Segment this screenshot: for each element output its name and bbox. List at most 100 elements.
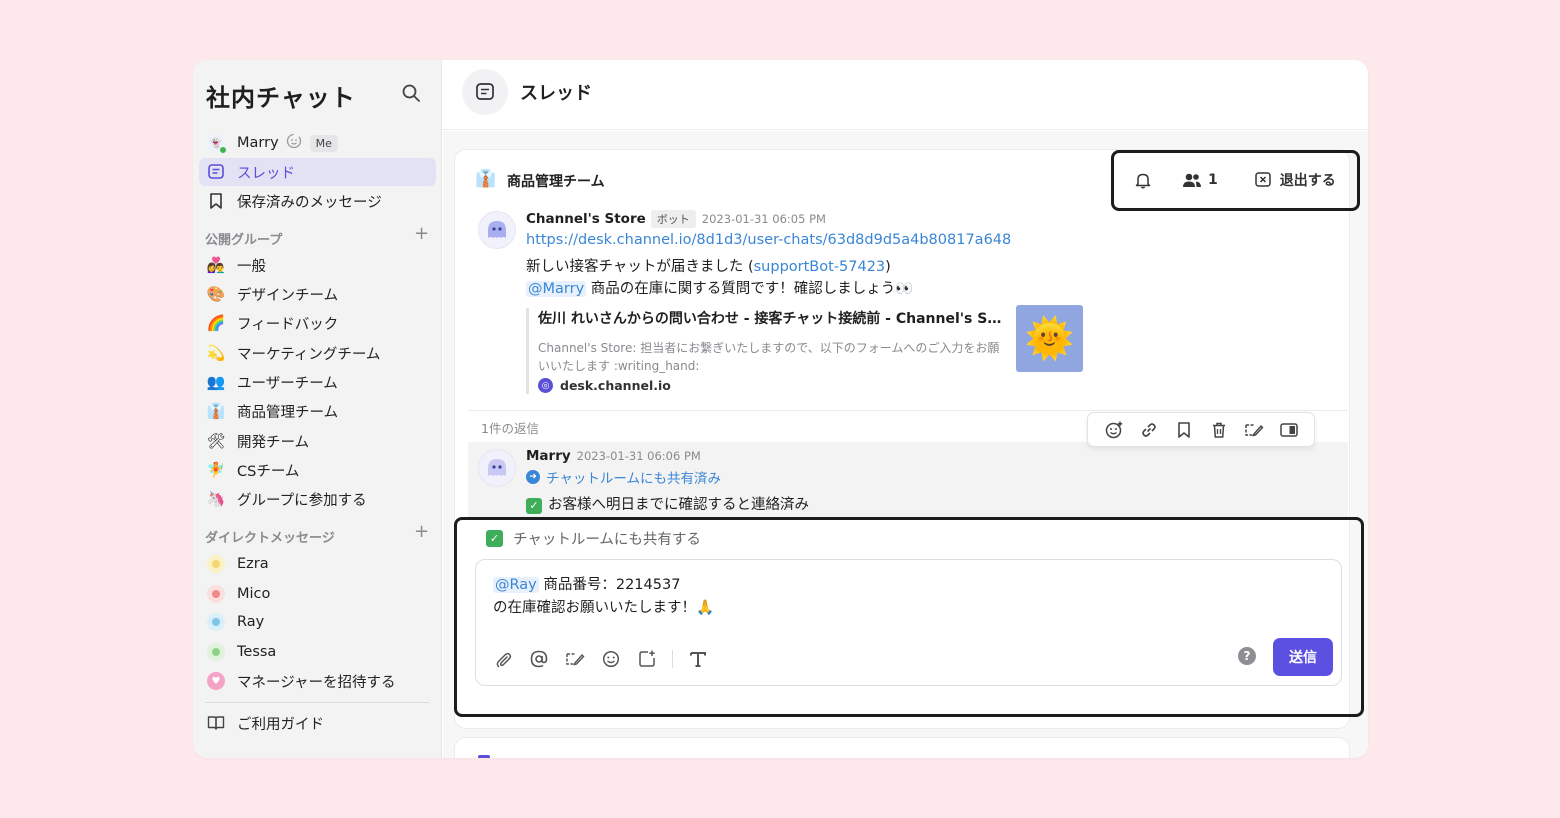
me-badge: Me xyxy=(309,134,338,152)
support-bot-link[interactable]: supportBot-57423 xyxy=(754,259,886,275)
reply-text-line: ✓ お客様へ明日までに確認すると連絡済み xyxy=(526,493,809,514)
sidebar-item-label: 開発チーム xyxy=(237,434,310,451)
sidebar-item-label: 商品管理チーム xyxy=(237,404,339,421)
sidebar-user-marry[interactable]: 👻 Marry Me xyxy=(199,129,436,157)
edit-icon[interactable] xyxy=(1243,419,1265,441)
help-button[interactable]: ? xyxy=(1238,647,1256,665)
attach-file-icon[interactable] xyxy=(492,648,514,670)
preview-title: 佐川 れいさんからの問い合わせ - 接客チャット接続前 - Channel's … xyxy=(538,311,1008,327)
avatar xyxy=(207,643,225,661)
sidebar-item-dm-ezra[interactable]: Ezra xyxy=(199,550,436,578)
sidebar-item-group-marketing[interactable]: 💫 マーケティングチーム xyxy=(199,339,436,367)
leave-icon xyxy=(1255,172,1271,187)
sidebar-item-invite-manager[interactable]: ♥ マネージャーを招待する xyxy=(199,667,436,695)
workspace-title: 社内チャット xyxy=(206,84,356,112)
public-groups-heading: 公開グループ xyxy=(205,233,283,248)
leave-thread-button[interactable]: 退出する xyxy=(1254,170,1336,190)
edit-icon[interactable] xyxy=(564,648,586,670)
member-count: 1 xyxy=(1208,172,1218,188)
sidebar-item-label: Tessa xyxy=(237,644,277,660)
add-app-icon[interactable] xyxy=(636,648,658,670)
search-icon[interactable] xyxy=(400,82,422,104)
thread-icon xyxy=(462,69,508,115)
sidebar-item-label: ご利用ガイド xyxy=(237,716,324,733)
reply-sender[interactable]: Marry xyxy=(526,448,571,464)
app-window: 社内チャット 👻 Marry Me スレッド 保存済みのメッセージ 公開グループ xyxy=(193,60,1368,758)
check-mark-icon: ✓ xyxy=(526,497,542,514)
group-emoji-icon: 💫 xyxy=(206,344,226,362)
emoji-status-icon[interactable] xyxy=(286,133,302,153)
page-title: スレッド xyxy=(520,83,592,104)
sidebar-item-label: スレッド xyxy=(237,165,295,182)
input-text: 商品番号：2214537 xyxy=(538,577,681,593)
share-to-room-checkbox[interactable]: ✓ チャットルームにも共有する xyxy=(486,528,701,549)
members-button[interactable]: 1 xyxy=(1181,171,1218,189)
message-input[interactable]: @Ray 商品番号：2214537 の在庫確認お願いいたします！🙏 ? 送信 xyxy=(475,559,1342,686)
sidebar-item-dm-ray[interactable]: Ray xyxy=(199,608,436,636)
reply-meta: Marry 2023-01-31 06:06 PM xyxy=(526,448,701,464)
sidebar-item-group-product[interactable]: 👔 商品管理チーム xyxy=(199,397,436,425)
sidebar-item-dm-tessa[interactable]: Tessa xyxy=(199,638,436,666)
trash-icon[interactable] xyxy=(1208,419,1230,441)
message-line-2: 新しい接客チャットが届きました (supportBot-57423) xyxy=(526,255,891,276)
message-meta: Channel's Store ボット 2023-01-31 06:05 PM xyxy=(526,210,826,228)
sidebar-item-label: マネージャーを招待する xyxy=(237,674,396,691)
thread-team-name[interactable]: 商品管理チーム xyxy=(507,171,605,191)
sidebar-item-join-group[interactable]: 🦄 グループに参加する xyxy=(199,485,436,513)
sidebar-item-group-users[interactable]: 👥 ユーザーチーム xyxy=(199,368,436,396)
add-group-plus-icon[interactable]: + xyxy=(414,223,429,244)
add-dm-plus-icon[interactable]: + xyxy=(414,521,429,542)
preview-thumbnail[interactable]: 🌞 xyxy=(1016,305,1083,372)
message-line-3: @Marry 商品の在庫に関する質問です！確認しましょう👀 xyxy=(526,277,913,298)
sidebar-item-guide[interactable]: ご利用ガイド xyxy=(199,709,436,737)
message-sender[interactable]: Channel's Store xyxy=(526,211,646,227)
mention-marry[interactable]: @Marry xyxy=(526,281,587,297)
add-reaction-icon[interactable] xyxy=(1103,419,1125,441)
preview-site: ◎ desk.channel.io xyxy=(538,378,1086,393)
sidebar-item-label: 保存済みのメッセージ xyxy=(237,194,382,211)
avatar xyxy=(478,449,516,487)
sidebar-item-group-cs[interactable]: 🧚 CSチーム xyxy=(199,456,436,484)
next-thread-card[interactable] xyxy=(454,737,1350,758)
sidebar-item-label: Ray xyxy=(237,614,265,630)
input-line-1: @Ray 商品番号：2214537 xyxy=(493,573,680,594)
emoji-icon[interactable] xyxy=(600,648,622,670)
group-emoji-icon: 👩‍❤️‍👨 xyxy=(206,256,226,274)
group-emoji-icon: 👥 xyxy=(206,373,226,391)
side-panel-icon[interactable] xyxy=(1278,419,1300,441)
chat-url-link[interactable]: https://desk.channel.io/8d1d3/user-chats… xyxy=(526,232,1011,248)
mention-at-icon[interactable] xyxy=(528,648,550,670)
bookmark-icon[interactable] xyxy=(1173,419,1195,441)
sidebar-divider xyxy=(205,702,429,703)
sidebar-item-group-general[interactable]: 👩‍❤️‍👨 一般 xyxy=(199,251,436,279)
send-button[interactable]: 送信 xyxy=(1273,638,1333,676)
sidebar-item-saved-messages[interactable]: 保存済みのメッセージ xyxy=(199,187,436,215)
text-format-icon[interactable] xyxy=(687,648,709,670)
sidebar-item-label: Mico xyxy=(237,586,271,602)
sidebar: 社内チャット 👻 Marry Me スレッド 保存済みのメッセージ 公開グループ xyxy=(193,60,442,758)
book-icon xyxy=(206,713,226,733)
bell-icon xyxy=(1135,173,1151,189)
avatar: 👻 xyxy=(207,134,227,154)
link-icon[interactable] xyxy=(1138,419,1160,441)
link-preview[interactable]: 佐川 れいさんからの問い合わせ - 接客チャット接続前 - Channel's … xyxy=(526,308,1086,394)
input-line-2: の在庫確認お願いいたします！🙏 xyxy=(493,600,715,616)
mention-ray[interactable]: @Ray xyxy=(493,577,539,593)
sidebar-item-threads[interactable]: スレッド xyxy=(199,158,436,186)
sidebar-item-group-design[interactable]: 🎨 デザインチーム xyxy=(199,280,436,308)
sidebar-item-group-dev[interactable]: 🛠 開発チーム xyxy=(199,427,436,455)
group-emoji-icon: 🌈 xyxy=(206,314,226,332)
sidebar-item-group-feedback[interactable]: 🌈 フィードバック xyxy=(199,309,436,337)
share-arrow-icon: ➜ xyxy=(526,470,540,484)
sidebar-item-label: フィードバック xyxy=(237,316,339,333)
sidebar-item-dm-mico[interactable]: Mico xyxy=(199,580,436,608)
main-header: スレッド xyxy=(443,60,1368,130)
main-panel: スレッド 👔 商品管理チーム 1 退出する Channel's Store ボッ… xyxy=(443,60,1368,758)
shared-to-room-link[interactable]: ➜ チャットルームにも共有済み xyxy=(526,467,721,487)
sidebar-item-label: CSチーム xyxy=(237,463,300,480)
group-emoji-icon: 🎨 xyxy=(206,285,226,303)
notification-bell-button[interactable] xyxy=(1133,170,1153,190)
avatar xyxy=(207,555,225,573)
reply-text: お客様へ明日までに確認すると連絡済み xyxy=(548,497,809,513)
thread-card: 👔 商品管理チーム 1 退出する Channel's Store ボット 202… xyxy=(454,149,1364,729)
